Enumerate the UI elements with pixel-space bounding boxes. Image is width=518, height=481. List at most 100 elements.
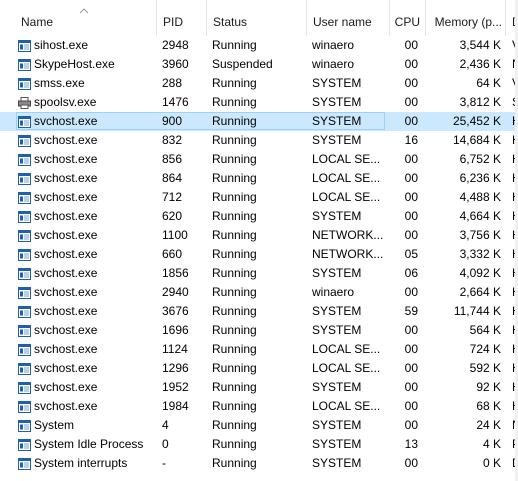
process-user: SYSTEM (312, 304, 362, 318)
process-name: System (34, 418, 75, 432)
column-status-label: Status (213, 15, 248, 29)
window-icon (18, 39, 31, 52)
process-cpu: 00 (404, 228, 418, 242)
process-cpu: 00 (404, 399, 418, 413)
column-header-user-name[interactable]: User name (307, 0, 390, 36)
process-row[interactable]: svchost.exe 864 Running LOCAL SE... 00 6,236 … (0, 169, 518, 188)
process-status: Running (212, 95, 257, 109)
process-pid: 832 (162, 133, 183, 147)
process-row[interactable]: System4RunningSYSTEM0024 KN (0, 416, 518, 435)
process-row[interactable]: SkypeHost.exe 3960 Suspended winaero 00 2,436… (0, 55, 518, 74)
column-header-pid[interactable]: PID (157, 0, 207, 36)
process-name: svchost.exe (34, 304, 98, 318)
process-row[interactable]: svchost.exe620RunningSYSTEM004,664 KH (0, 207, 518, 226)
process-row[interactable]: svchost.exe 1296 Running LOCAL SE... 00 592 K… (0, 359, 518, 378)
process-name: svchost.exe (34, 399, 98, 413)
process-memory: 92 K (476, 380, 501, 394)
process-pid: 900 (162, 114, 183, 128)
process-cpu: 00 (404, 209, 418, 223)
window-icon (18, 286, 31, 299)
process-cpu: 00 (404, 361, 418, 375)
process-status: Running (212, 247, 257, 261)
column-header-name[interactable]: Name (0, 0, 157, 36)
process-memory: 2,664 K (459, 285, 501, 299)
column-header-cpu[interactable]: CPU (390, 0, 426, 36)
process-row[interactable]: svchost.exe 712 Running LOCAL SE... 00 4,488 … (0, 188, 518, 207)
process-user: NETWORK... (312, 228, 384, 242)
window-icon (18, 115, 31, 128)
process-row[interactable]: smss.exe288RunningSYSTEM0064 KV (0, 74, 518, 93)
process-row[interactable]: System Idle Process0RunningSYSTEM134 KP (0, 435, 518, 454)
process-row[interactable]: svchost.exe1856RunningSYSTEM064,092 KH (0, 264, 518, 283)
process-name: svchost.exe (34, 171, 98, 185)
process-memory: 3,544 K (459, 38, 501, 52)
process-row[interactable]: svchost.exe1952RunningSYSTEM0092 KH (0, 378, 518, 397)
process-user: SYSTEM (312, 323, 362, 337)
process-name: svchost.exe (34, 380, 98, 394)
process-cpu: 00 (404, 38, 418, 52)
process-memory: 564 K (469, 323, 501, 337)
process-pid: 620 (162, 209, 183, 223)
process-cpu: 00 (404, 171, 418, 185)
process-cpu: 06 (404, 266, 418, 280)
process-cpu: 00 (404, 114, 418, 128)
process-status: Running (212, 304, 257, 318)
window-icon (18, 58, 31, 71)
process-status: Running (212, 152, 257, 166)
window-icon (18, 438, 31, 451)
process-status: Running (212, 399, 257, 413)
process-pid: 3960 (162, 57, 189, 71)
process-pid: 1296 (162, 361, 189, 375)
process-cpu: 00 (404, 323, 418, 337)
process-row[interactable]: svchost.exe3676RunningSYSTEM5911,744 KH (0, 302, 518, 321)
process-user: SYSTEM (312, 114, 362, 128)
process-pid: 712 (162, 190, 183, 204)
process-name: spoolsv.exe (34, 95, 97, 109)
process-row[interactable]: svchost.exe 1100 Running NETWORK... 00 3,756 … (0, 226, 518, 245)
details-view: Name PID Status User name CPU Memory (p.… (0, 0, 518, 481)
process-status: Running (212, 190, 257, 204)
process-name: svchost.exe (34, 342, 98, 356)
printer-icon (18, 96, 31, 109)
window-icon (18, 305, 31, 318)
process-row[interactable]: svchost.exe832RunningSYSTEM1614,684 KH (0, 131, 518, 150)
process-row[interactable]: svchost.exe1984RunningLOCAL SE...0068 KH (0, 397, 518, 416)
process-pid: 1984 (162, 399, 189, 413)
process-user: SYSTEM (312, 95, 362, 109)
process-row[interactable]: System interrupts-RunningSYSTEM000 KD (0, 454, 518, 473)
process-row[interactable]: svchost.exe 1124 Running LOCAL SE... 00 724 K… (0, 340, 518, 359)
process-memory: 11,744 K (453, 304, 501, 318)
process-row[interactable]: svchost.exe 856 Running LOCAL SE... 00 6,752 … (0, 150, 518, 169)
process-user: SYSTEM (312, 76, 362, 90)
process-pid: 1124 (162, 342, 188, 356)
process-row[interactable]: sihost.exe2948Runningwinaero003,544 KV (0, 36, 518, 55)
column-user-label: User name (313, 15, 372, 29)
process-name: svchost.exe (34, 323, 98, 337)
process-row[interactable]: svchost.exe2940Runningwinaero002,664 KH (0, 283, 518, 302)
process-user: SYSTEM (312, 133, 362, 147)
process-pid: 660 (162, 247, 183, 261)
process-memory: 6,752 K (459, 152, 501, 166)
column-header-memory[interactable]: Memory (p... (426, 0, 506, 36)
process-status: Running (212, 76, 257, 90)
process-memory: 14,684 K (452, 133, 501, 147)
process-status: Running (212, 114, 257, 128)
process-memory: 64 K (476, 76, 501, 90)
column-header-status[interactable]: Status (207, 0, 307, 36)
process-row[interactable]: spoolsv.exe1476RunningSYSTEM003,812 KS (0, 93, 518, 112)
process-name: System interrupts (34, 456, 128, 470)
process-user: SYSTEM (312, 418, 362, 432)
column-pid-label: PID (163, 15, 184, 29)
process-status: Running (212, 285, 257, 299)
process-pid: 856 (162, 152, 183, 166)
process-row[interactable]: svchost.exe 660 Running NETWORK... 05 3,332 K… (0, 245, 518, 264)
process-status: Running (212, 418, 257, 432)
process-cpu: 00 (404, 456, 418, 470)
process-pid: 3676 (162, 304, 189, 318)
process-memory: 724 K (469, 342, 501, 356)
process-memory: 4,488 K (459, 190, 501, 204)
process-cpu: 00 (404, 95, 418, 109)
process-row[interactable]: svchost.exe900RunningSYSTEM0025,452 KH (0, 112, 518, 131)
window-icon (18, 324, 31, 337)
process-row[interactable]: svchost.exe1696RunningSYSTEM00564 KH (0, 321, 518, 340)
